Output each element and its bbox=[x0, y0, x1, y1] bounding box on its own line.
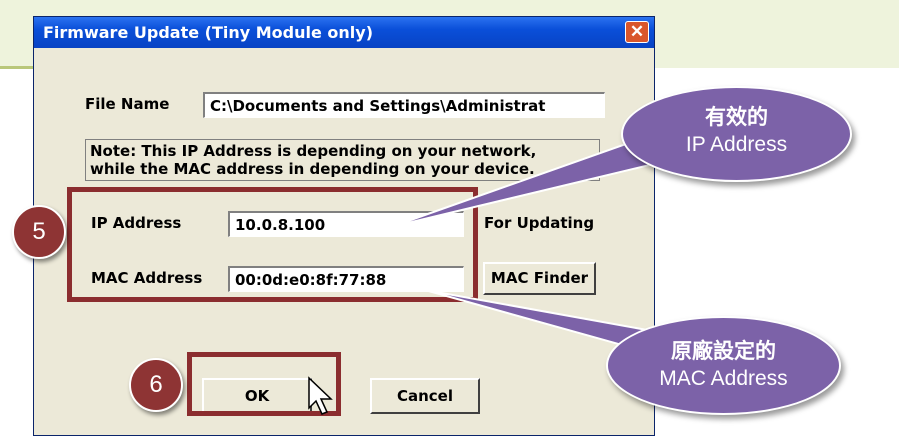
ip-callout-line-1: 有效的 bbox=[705, 106, 768, 129]
mac-callout: 原廠設定的 MAC Address bbox=[606, 316, 841, 415]
mac-callout-line-2: MAC Address bbox=[659, 367, 788, 390]
mac-callout-line-1: 原廠設定的 bbox=[671, 340, 776, 363]
ip-callout: 有效的 IP Address bbox=[621, 86, 852, 182]
mouse-cursor-icon bbox=[308, 376, 333, 415]
step-6-badge: 6 bbox=[129, 358, 183, 412]
step-5-badge: 5 bbox=[12, 205, 66, 259]
ip-callout-line-2: IP Address bbox=[685, 133, 788, 156]
